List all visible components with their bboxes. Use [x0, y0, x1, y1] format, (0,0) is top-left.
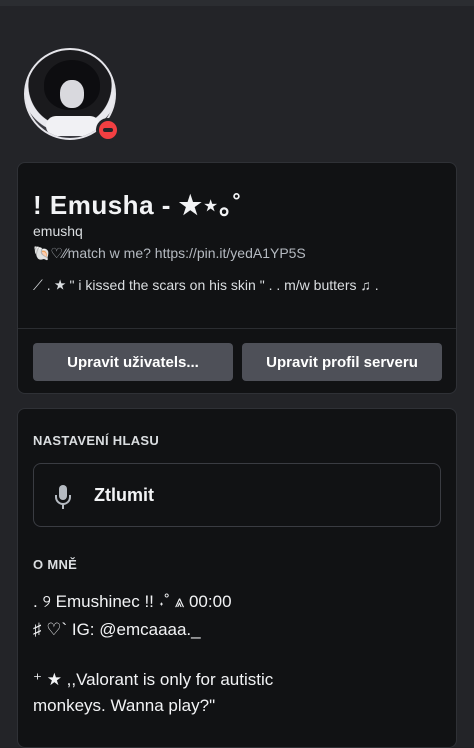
pronouns: 🐚♡⁄⁄match w me? https://pin.it/yedA1YP5S [33, 245, 306, 261]
about-line: monkeys. Wanna play?" [33, 696, 216, 715]
display-name: ! Emusha - ★⋆｡˚ [33, 190, 242, 220]
edit-user-button[interactable]: Upravit uživatels... [33, 343, 233, 381]
mute-label: Ztlumit [94, 485, 154, 505]
mute-button[interactable]: Ztlumit [33, 463, 441, 527]
avatar-face [60, 80, 84, 108]
bio: ⟋ . ★ " i kissed the scars on his skin "… [33, 277, 379, 293]
avatar-cloud [46, 116, 100, 136]
status-dnd-icon[interactable] [96, 118, 120, 142]
username: emushq [33, 223, 83, 239]
status-dnd-indicator [99, 121, 117, 139]
top-bar [0, 0, 474, 6]
microphone-icon [55, 485, 71, 509]
about-title: O MNĚ [33, 557, 78, 572]
about-line: ♯ ♡` IG: @emcaaaa._ [33, 620, 201, 639]
avatar-container[interactable] [24, 48, 120, 142]
settings-card: NASTAVENÍ HLASU Ztlumit O MNĚ . ୨ Emushi… [17, 408, 457, 748]
profile-card: ! Emusha - ★⋆｡˚ emushq 🐚♡⁄⁄match w me? h… [17, 162, 457, 394]
divider [18, 328, 456, 329]
about-line: . ୨ Emushinec !! ˖˚ ⩓ 00:00 [33, 592, 232, 611]
voice-settings-title: NASTAVENÍ HLASU [33, 433, 160, 448]
edit-server-profile-button[interactable]: Upravit profil serveru [242, 343, 442, 381]
about-line: ⁺ ★ ,,Valorant is only for autistic [33, 670, 274, 689]
